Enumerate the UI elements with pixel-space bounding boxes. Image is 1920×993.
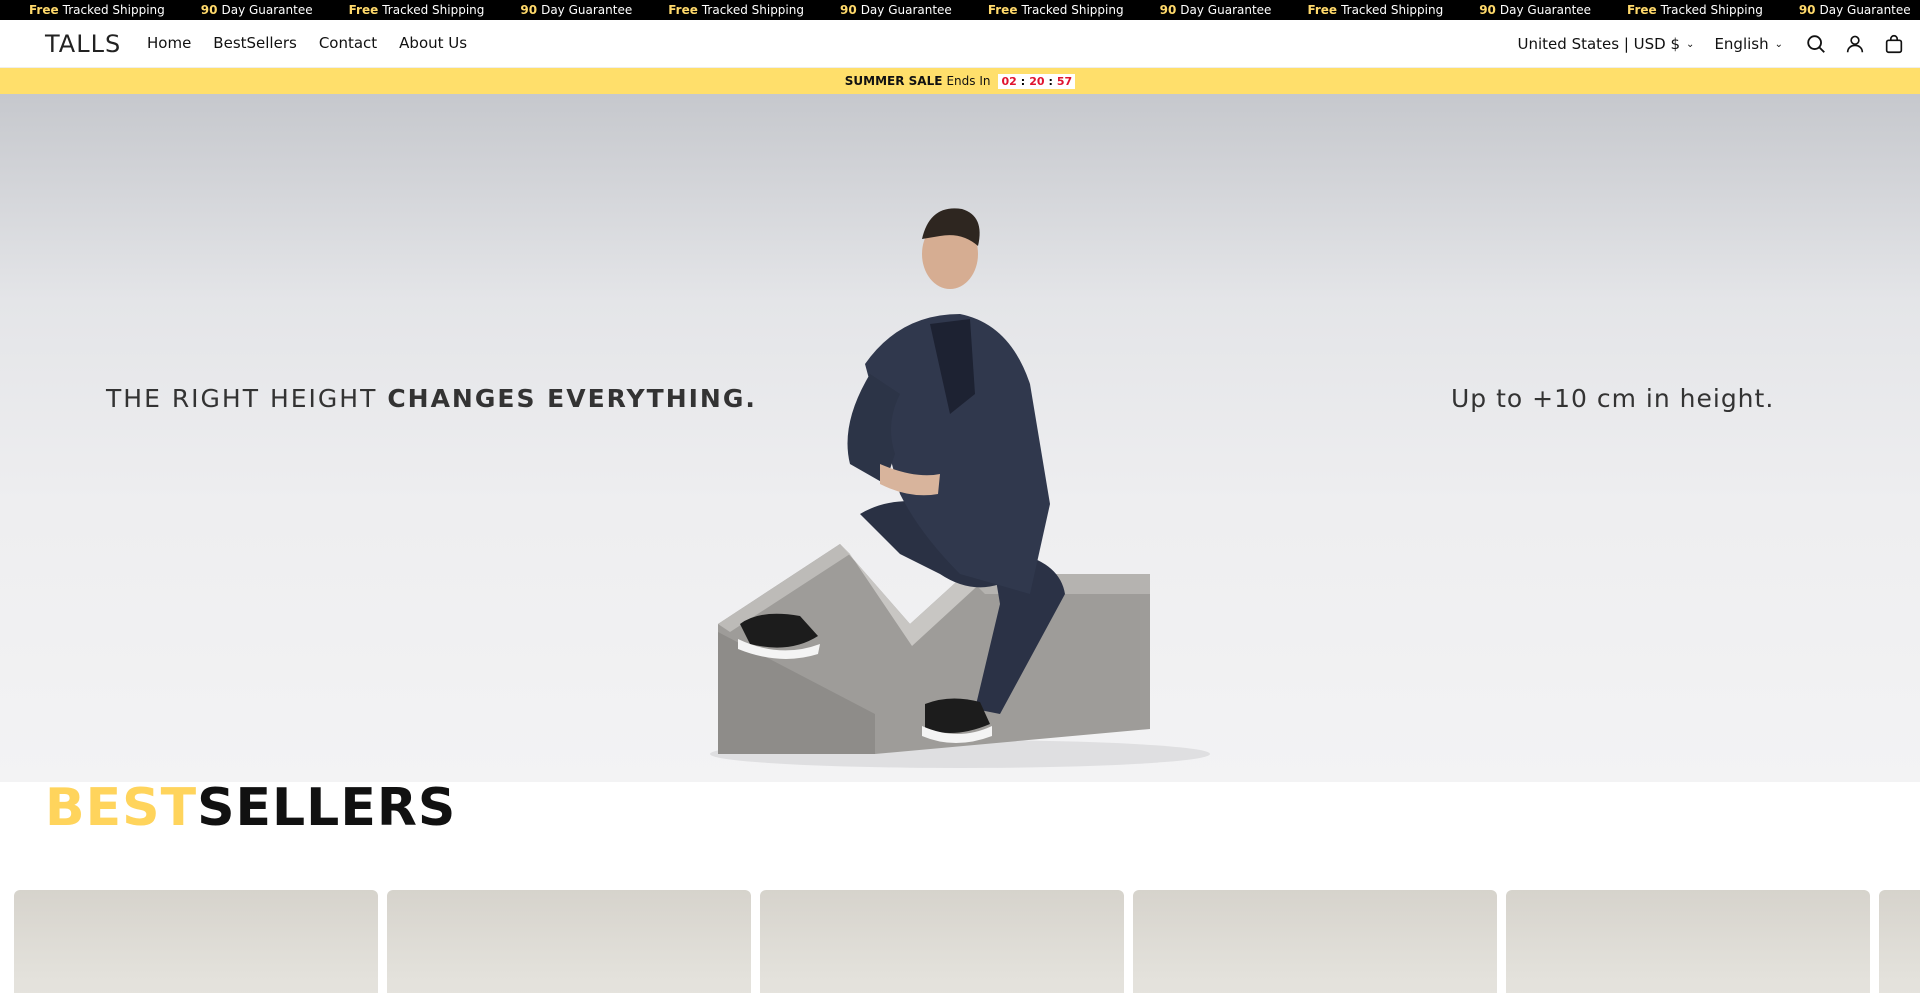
marquee-item: 90 Day Guarantee <box>1799 0 1911 20</box>
marquee-item-text: Tracked Shipping <box>62 3 165 17</box>
marquee-item-highlight: Free <box>1307 3 1338 17</box>
hero-height-claim: Up to +10 cm in height. <box>1451 384 1775 413</box>
country-selector-label: United States | USD $ <box>1517 35 1681 53</box>
sale-ends-label: Ends In <box>946 74 991 88</box>
marquee-item-text: Tracked Shipping <box>1021 3 1124 17</box>
product-card[interactable] <box>387 890 751 993</box>
marquee-item-highlight: 90 <box>200 3 218 17</box>
marquee-item-highlight: Free <box>987 3 1018 17</box>
marquee-item: 90 Day Guarantee <box>520 0 632 20</box>
countdown-hours: 02 <box>1001 74 1017 88</box>
marquee-item: Free Tracked Shipping <box>668 0 804 20</box>
bestsellers-heading-accent: BEST <box>45 778 198 838</box>
countdown-seconds: 57 <box>1056 74 1073 88</box>
header-utilities: United States | USD $ ⌄ English ⌄ <box>1518 20 1920 68</box>
marquee-item-text: Day Guarantee <box>221 3 313 17</box>
nav-about-us[interactable]: About Us <box>399 34 467 52</box>
marquee-item-highlight: Free <box>29 3 59 17</box>
marquee-item-highlight: 90 <box>1479 3 1496 17</box>
countdown-minutes: 20 <box>1029 74 1045 88</box>
nav-bestsellers[interactable]: BestSellers <box>213 34 297 52</box>
sale-label: SUMMER SALE <box>844 74 943 88</box>
marquee-item-text: Day Guarantee <box>1499 3 1592 17</box>
marquee-item-text: Day Guarantee <box>860 3 952 17</box>
account-icon[interactable] <box>1842 31 1868 57</box>
product-carousel <box>14 890 1920 993</box>
marquee-item-text: Tracked Shipping <box>1341 3 1444 17</box>
countdown-separator: : <box>1048 74 1053 88</box>
chevron-down-icon: ⌄ <box>1774 38 1783 50</box>
language-selector[interactable]: English ⌄ <box>1714 35 1783 53</box>
marquee-item: Free Tracked Shipping <box>1627 0 1763 20</box>
hero-banner[interactable]: THE RIGHT HEIGHT CHANGES EVERYTHING. Up … <box>0 94 1920 782</box>
marquee-item-highlight: 90 <box>1159 3 1177 17</box>
nav-contact[interactable]: Contact <box>319 34 377 52</box>
countdown-separator: : <box>1020 74 1026 88</box>
marquee-item-highlight: Free <box>348 3 379 17</box>
marquee-item: Free Tracked Shipping <box>349 0 485 20</box>
marquee-item: 90 Day Guarantee <box>1160 0 1272 20</box>
site-header: TALLS Home BestSellers Contact About Us … <box>0 20 1920 68</box>
cart-icon[interactable] <box>1881 31 1907 57</box>
marquee-item-text: Day Guarantee <box>1180 3 1272 17</box>
hero-tagline-light: THE RIGHT HEIGHT <box>106 384 378 413</box>
marquee-item-text: Tracked Shipping <box>1660 3 1763 17</box>
product-card[interactable] <box>760 890 1124 993</box>
marquee-item: 90 Day Guarantee <box>1479 0 1591 20</box>
main-nav: Home BestSellers Contact About Us <box>147 34 467 52</box>
product-card[interactable] <box>1879 890 1920 993</box>
hero-model-image <box>710 208 1210 768</box>
marquee-item-highlight: 90 <box>520 3 538 17</box>
nav-home[interactable]: Home <box>147 34 191 52</box>
logo[interactable]: TALLS <box>45 30 121 58</box>
chevron-down-icon: ⌄ <box>1686 38 1695 50</box>
hero-tagline: THE RIGHT HEIGHT CHANGES EVERYTHING. <box>106 384 757 413</box>
announcement-marquee: Free Tracked Shipping 90 Day Guarantee Free T… <box>0 0 1920 20</box>
marquee-item-highlight: 90 <box>839 3 857 17</box>
marquee-item-text: Tracked Shipping <box>382 3 485 17</box>
language-selector-label: English <box>1714 35 1769 53</box>
marquee-item: Free Tracked Shipping <box>1307 0 1443 20</box>
marquee-item-text: Day Guarantee <box>541 3 633 17</box>
marquee-item-highlight: Free <box>668 3 698 17</box>
search-icon[interactable] <box>1803 31 1829 57</box>
marquee-item: 90 Day Guarantee <box>201 0 313 20</box>
marquee-item-text: Day Guarantee <box>1819 3 1911 17</box>
bestsellers-heading: BESTSELLERS <box>45 778 456 838</box>
sale-countdown-bar: SUMMER SALE Ends In 02 : 20 : 57 <box>0 68 1920 94</box>
bestsellers-heading-rest: SELLERS <box>197 778 457 838</box>
marquee-item: Free Tracked Shipping <box>988 0 1124 20</box>
product-card[interactable] <box>1133 890 1497 993</box>
marquee-item-text: Tracked Shipping <box>701 3 804 17</box>
marquee-item: 90 Day Guarantee <box>840 0 952 20</box>
product-card[interactable] <box>14 890 378 993</box>
product-card[interactable] <box>1506 890 1870 993</box>
marquee-track: Free Tracked Shipping 90 Day Guarantee Free T… <box>0 0 1920 20</box>
marquee-item-highlight: 90 <box>1798 3 1816 17</box>
countdown-timer: 02 : 20 : 57 <box>998 73 1076 89</box>
country-selector[interactable]: United States | USD $ ⌄ <box>1518 35 1695 53</box>
marquee-item: Free Tracked Shipping <box>29 0 165 20</box>
marquee-item-highlight: Free <box>1627 3 1657 17</box>
